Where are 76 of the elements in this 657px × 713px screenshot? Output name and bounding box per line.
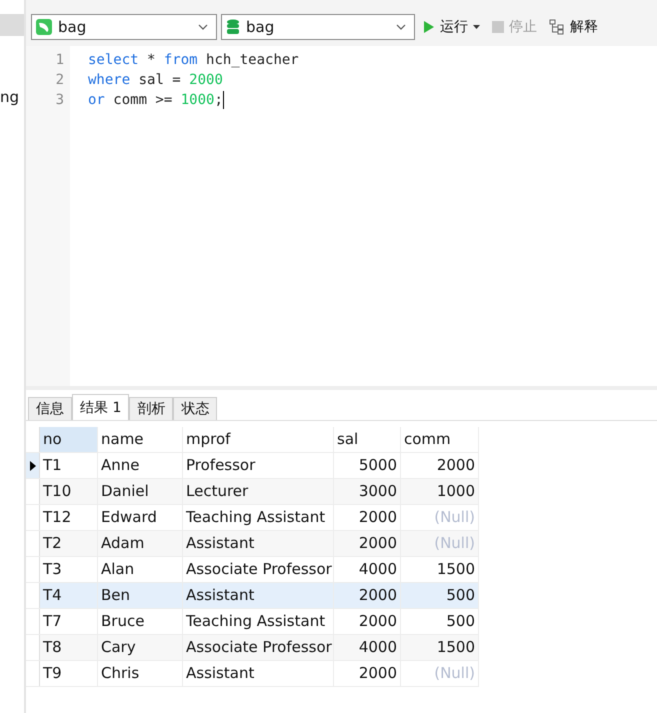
stop-icon (492, 21, 504, 33)
line-number: 1 (54, 51, 65, 70)
connection-icon (36, 19, 52, 35)
table-cell: Bruce (98, 609, 183, 634)
table-cell: Assistant (183, 531, 334, 556)
caret-icon (198, 24, 208, 30)
table-cell: Lecturer (183, 479, 334, 504)
table-cell: T1 (40, 453, 98, 478)
table-cell: T8 (40, 635, 98, 660)
column-header[interactable]: comm (401, 427, 479, 452)
code-line: select * from hch_teacher (88, 51, 300, 70)
table-cell: T12 (40, 505, 98, 530)
table-cell: Assistant (183, 583, 334, 608)
table-cell: 2000 (334, 609, 401, 634)
table-cell: 500 (401, 609, 479, 634)
row-indicator[interactable] (26, 453, 40, 478)
table-cell: 1500 (401, 635, 479, 660)
table-cell: Associate Professor (183, 635, 334, 660)
table-cell: 1000 (401, 479, 479, 504)
table-cell: T10 (40, 479, 98, 504)
tab[interactable]: 信息 (28, 397, 72, 420)
code-line: where sal = 2000 (88, 71, 224, 90)
caret-icon (396, 24, 406, 30)
table-cell: T7 (40, 609, 98, 634)
explain-button[interactable]: 解释 (545, 18, 602, 36)
table-cell: Anne (98, 453, 183, 478)
table-cell: 2000 (401, 453, 479, 478)
tab[interactable]: 结果 1 (72, 394, 130, 420)
connection-dropdown[interactable]: bag (31, 14, 217, 40)
table-cell: T2 (40, 531, 98, 556)
table-cell: Adam (98, 531, 183, 556)
tab[interactable]: 状态 (173, 397, 218, 420)
caret-icon (473, 25, 480, 29)
table-cell: (Null) (401, 505, 479, 530)
table-cell: Teaching Assistant (183, 505, 334, 530)
table-cell: 2000 (334, 661, 401, 686)
tree-icon (549, 19, 565, 35)
current-row-icon (30, 460, 36, 470)
table-cell: 2000 (334, 531, 401, 556)
column-header[interactable]: name (98, 427, 183, 452)
table-cell: (Null) (401, 661, 479, 686)
table-cell: Edward (98, 505, 183, 530)
sidebar-item[interactable]: ng (0, 88, 24, 106)
run-button[interactable]: 运行 (419, 18, 484, 36)
table-cell: Professor (183, 453, 334, 478)
play-icon (423, 20, 435, 34)
table-cell: Associate Professor (183, 557, 334, 582)
table-cell: 3000 (334, 479, 401, 504)
table-cell: Alan (98, 557, 183, 582)
table-cell: (Null) (401, 531, 479, 556)
column-header[interactable]: no (40, 427, 98, 452)
table-cell: 4000 (334, 635, 401, 660)
column-header[interactable]: sal (334, 427, 401, 452)
table-cell: Chris (98, 661, 183, 686)
column-header[interactable]: mprof (183, 427, 334, 452)
table-cell: 2000 (334, 583, 401, 608)
table-cell: T3 (40, 557, 98, 582)
code-editor[interactable]: select * from hch_teacher where sal = 2000 or comm >= 1000; (70, 46, 657, 386)
table-cell: Teaching Assistant (183, 609, 334, 634)
table-cell: Daniel (98, 479, 183, 504)
code-line: or comm >= 1000; (88, 90, 225, 110)
table-cell: 2000 (334, 505, 401, 530)
tab[interactable]: 剖析 (129, 397, 174, 420)
table-cell: Assistant (183, 661, 334, 686)
database-icon (226, 19, 240, 35)
table-cell: 500 (401, 583, 479, 608)
line-number: 3 (54, 91, 65, 110)
table-cell: 5000 (334, 453, 401, 478)
table-cell: Ben (98, 583, 183, 608)
database-dropdown[interactable]: bag (221, 14, 415, 40)
table-cell: 4000 (334, 557, 401, 582)
table-cell: T9 (40, 661, 98, 686)
line-number: 2 (54, 71, 65, 90)
table-cell: T4 (40, 583, 98, 608)
table-cell: 1500 (401, 557, 479, 582)
table-cell: Cary (98, 635, 183, 660)
